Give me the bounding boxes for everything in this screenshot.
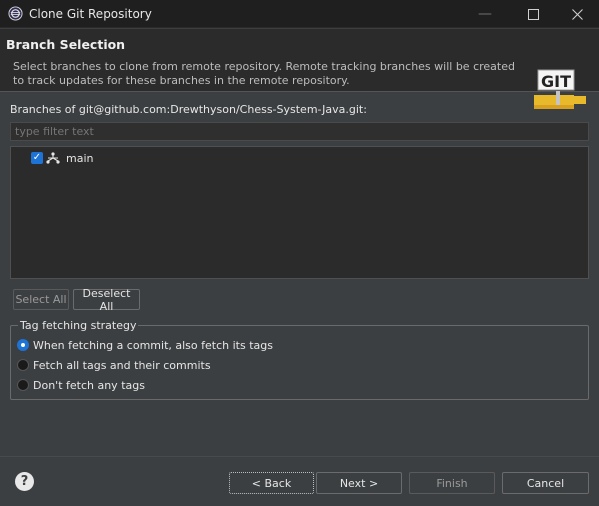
footer-separator bbox=[0, 456, 599, 457]
radio-label: When fetching a commit, also fetch its t… bbox=[33, 338, 273, 352]
radio-fetch-all-tags[interactable]: Fetch all tags and their commits bbox=[17, 357, 211, 373]
branch-checkbox[interactable]: ✓ bbox=[31, 152, 43, 164]
radio-no-tags[interactable]: Don't fetch any tags bbox=[17, 377, 145, 393]
deselect-all-button[interactable]: Deselect All bbox=[73, 287, 140, 313]
select-all-button[interactable]: Select All bbox=[13, 289, 69, 310]
window-title: Clone Git Repository bbox=[29, 7, 152, 21]
cancel-button[interactable]: Cancel bbox=[502, 472, 589, 494]
branch-filter-input[interactable] bbox=[10, 122, 589, 141]
branches-label: Branches of git@github.com:Drewthyson/Ch… bbox=[10, 103, 367, 116]
title-bar: Clone Git Repository — bbox=[0, 0, 599, 28]
radio-label: Don't fetch any tags bbox=[33, 378, 145, 392]
page-title: Branch Selection bbox=[6, 37, 126, 52]
radio-button[interactable] bbox=[17, 339, 29, 351]
minimize-icon[interactable]: — bbox=[462, 0, 508, 28]
maximize-icon[interactable] bbox=[510, 0, 556, 28]
finish-button[interactable]: Finish bbox=[409, 472, 495, 494]
branch-icon bbox=[46, 152, 60, 164]
radio-button[interactable] bbox=[17, 379, 29, 391]
radio-button[interactable] bbox=[17, 359, 29, 371]
git-logo-icon: GIT bbox=[534, 69, 586, 109]
branch-item-main[interactable]: ✓ main bbox=[31, 150, 93, 166]
tag-fetching-legend: Tag fetching strategy bbox=[18, 319, 139, 332]
close-icon[interactable] bbox=[554, 0, 599, 28]
svg-text:GIT: GIT bbox=[541, 72, 571, 91]
next-button[interactable]: Next > bbox=[316, 472, 402, 494]
branch-tree[interactable]: ✓ main bbox=[10, 146, 589, 279]
branch-name: main bbox=[66, 151, 94, 165]
help-icon[interactable]: ? bbox=[15, 472, 34, 491]
radio-fetch-commit-tags[interactable]: When fetching a commit, also fetch its t… bbox=[17, 337, 273, 353]
back-button[interactable]: < Back bbox=[229, 472, 314, 494]
eclipse-app-icon bbox=[8, 6, 23, 21]
page-description: Select branches to clone from remote rep… bbox=[13, 60, 515, 87]
wizard-header: Branch Selection Select branches to clon… bbox=[0, 29, 599, 109]
radio-label: Fetch all tags and their commits bbox=[33, 358, 211, 372]
